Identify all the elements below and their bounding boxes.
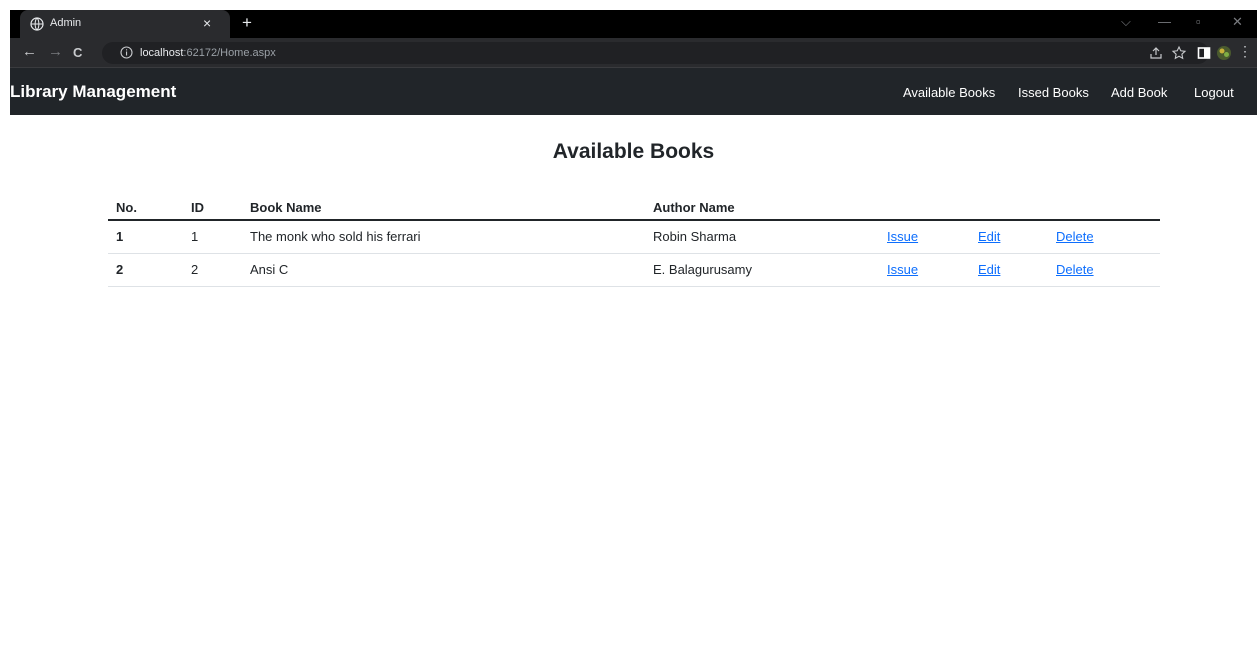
row-number: 1 — [108, 220, 183, 254]
minimize-button[interactable]: — — [1158, 14, 1171, 29]
nav-issued-books[interactable]: Issed Books — [1018, 85, 1089, 100]
close-tab-icon[interactable]: × — [203, 15, 211, 31]
author-name: Robin Sharma — [645, 220, 879, 254]
back-button[interactable]: ← — [22, 43, 37, 60]
browser-window: Admin × + ⌵ — ▫ ✕ ← → C localhost:62172/… — [10, 10, 1257, 668]
column-header-issue — [879, 196, 970, 221]
browser-menu-icon[interactable]: ⋮ — [1238, 43, 1252, 60]
book-id: 1 — [183, 220, 242, 254]
book-name: The monk who sold his ferrari — [242, 220, 645, 254]
chevron-down-icon[interactable]: ⌵ — [1121, 14, 1131, 30]
profile-avatar-icon[interactable] — [1216, 45, 1232, 61]
star-icon[interactable] — [1171, 45, 1187, 61]
app-navbar: Library Management Available Books Issed… — [10, 68, 1257, 115]
edit-cell: Edit — [970, 253, 1048, 287]
row-number: 2 — [108, 253, 183, 287]
column-header-no: No. — [108, 196, 183, 221]
books-table: No. ID Book Name Author Name 1 1 The mon… — [108, 196, 1160, 287]
issue-link[interactable]: Issue — [887, 262, 918, 277]
reload-button[interactable]: C — [73, 45, 82, 60]
info-icon[interactable] — [120, 46, 133, 59]
browser-tab[interactable]: Admin × — [20, 10, 230, 38]
delete-cell: Delete — [1048, 220, 1160, 254]
column-header-author-name: Author Name — [645, 196, 879, 221]
tab-title: Admin — [50, 17, 82, 29]
forward-button[interactable]: → — [48, 43, 63, 60]
new-tab-button[interactable]: + — [242, 13, 252, 33]
brand-title[interactable]: Library Management — [10, 82, 176, 102]
author-name: E. Balagurusamy — [645, 253, 879, 287]
share-icon[interactable] — [1148, 45, 1164, 61]
side-panel-icon[interactable] — [1196, 45, 1212, 61]
page-title: Available Books — [552, 140, 715, 163]
column-header-edit — [970, 196, 1048, 221]
browser-toolbar: ← → C localhost:62172/Home.aspx ⋮ — [10, 38, 1257, 68]
delete-cell: Delete — [1048, 253, 1160, 287]
table-row: 1 1 The monk who sold his ferrari Robin … — [108, 220, 1160, 254]
nav-logout[interactable]: Logout — [1194, 85, 1234, 100]
column-header-book-name: Book Name — [242, 196, 645, 221]
url-text[interactable]: localhost:62172/Home.aspx — [140, 47, 276, 59]
nav-available-books[interactable]: Available Books — [903, 85, 995, 100]
edit-link[interactable]: Edit — [978, 262, 1000, 277]
restore-button[interactable]: ▫ — [1196, 14, 1201, 29]
issue-cell: Issue — [879, 253, 970, 287]
table-header-row: No. ID Book Name Author Name — [108, 196, 1160, 221]
issue-cell: Issue — [879, 220, 970, 254]
tab-strip: Admin × + ⌵ — ▫ ✕ — [10, 10, 1257, 38]
close-window-button[interactable]: ✕ — [1232, 14, 1243, 30]
globe-icon — [30, 17, 44, 31]
issue-link[interactable]: Issue — [887, 229, 918, 244]
edit-cell: Edit — [970, 220, 1048, 254]
url-host: localhost — [140, 47, 184, 59]
nav-add-book[interactable]: Add Book — [1111, 85, 1167, 100]
url-path: :62172/Home.aspx — [183, 47, 276, 59]
book-id: 2 — [183, 253, 242, 287]
column-header-delete — [1048, 196, 1160, 221]
delete-link[interactable]: Delete — [1056, 229, 1094, 244]
book-name: Ansi C — [242, 253, 645, 287]
delete-link[interactable]: Delete — [1056, 262, 1094, 277]
edit-link[interactable]: Edit — [978, 229, 1000, 244]
column-header-id: ID — [183, 196, 242, 221]
table-row: 2 2 Ansi C E. Balagurusamy Issue Edit De… — [108, 253, 1160, 287]
